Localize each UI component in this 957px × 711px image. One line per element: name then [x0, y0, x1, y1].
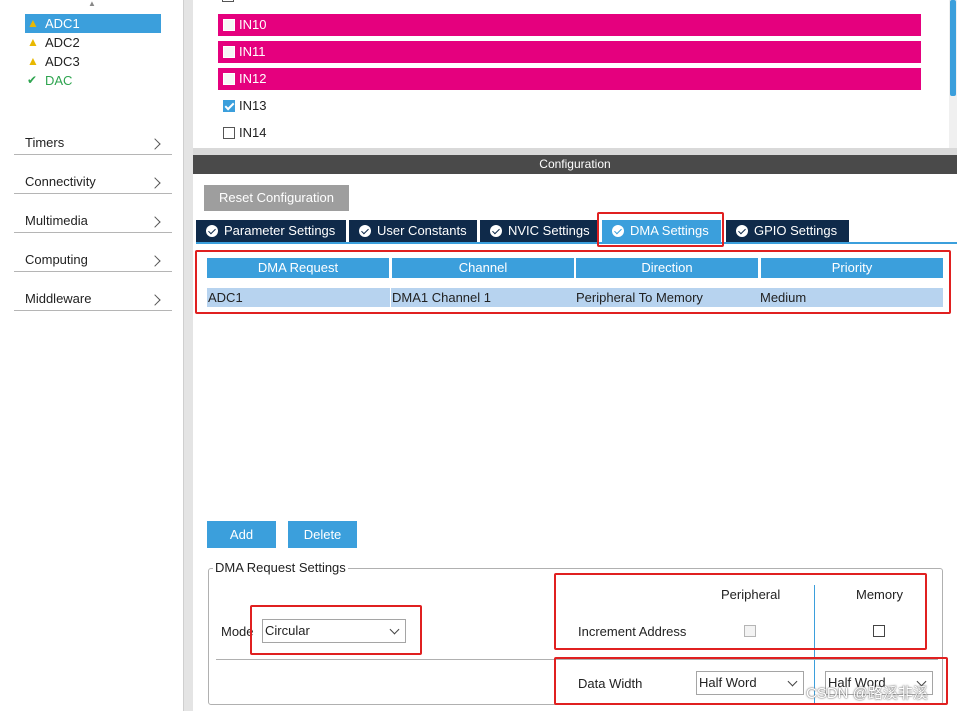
channel-list: IN10 IN11 IN12 IN13 IN14 [193, 0, 957, 148]
watermark: CSDN @路溪非溪 [806, 685, 928, 702]
category-label: Computing [25, 252, 88, 267]
panel-divider [193, 148, 957, 155]
channel-row-in14[interactable]: IN14 [218, 122, 921, 144]
chevron-right-icon [149, 255, 161, 267]
tab-underline [196, 242, 957, 244]
channel-label: IN14 [239, 125, 267, 140]
tab-parameter-settings[interactable]: Parameter Settings [196, 220, 346, 242]
delete-button[interactable]: Delete [288, 521, 357, 548]
warning-icon: ▲ [27, 35, 39, 49]
check-circle-icon [736, 225, 748, 237]
channel-label: IN10 [239, 17, 267, 32]
tab-label: User Constants [377, 223, 467, 238]
check-circle-icon [490, 225, 502, 237]
channel-row-in11[interactable]: IN11 [218, 41, 921, 63]
check-circle-icon [206, 225, 218, 237]
channel-checkbox[interactable] [223, 100, 235, 112]
add-button[interactable]: Add [207, 521, 276, 548]
settings-tabs: Parameter Settings User Constants NVIC S… [196, 220, 957, 243]
peripheral-item-dac[interactable]: ✔ DAC [25, 71, 161, 90]
tab-user-constants[interactable]: User Constants [349, 220, 477, 242]
tab-label: NVIC Settings [508, 223, 590, 238]
tab-label: GPIO Settings [754, 223, 838, 238]
channel-label: IN13 [239, 98, 267, 113]
group-title: DMA Request Settings [213, 560, 348, 575]
channel-checkbox[interactable] [223, 19, 235, 31]
configuration-header: Configuration [193, 155, 957, 174]
channel-label: IN11 [239, 44, 266, 59]
peripheral-label: DAC [45, 73, 73, 88]
category-middleware[interactable]: Middleware [14, 281, 172, 311]
channel-checkbox[interactable] [223, 46, 235, 58]
category-label: Middleware [25, 291, 92, 306]
category-connectivity[interactable]: Connectivity [14, 164, 172, 194]
peripheral-item-adc3[interactable]: ▲ ADC3 [25, 52, 161, 71]
channel-label: IN12 [239, 71, 267, 86]
channel-row-in12[interactable]: IN12 [218, 68, 921, 90]
panel-splitter[interactable] [183, 0, 193, 711]
checkbox[interactable] [222, 0, 234, 2]
checkmark-icon: ✔ [27, 73, 38, 87]
annotation-box-increment [554, 573, 927, 650]
reset-configuration-button[interactable]: Reset Configuration [204, 185, 349, 211]
left-sidebar: ▲ ▲ ADC1 ▲ ADC2 ▲ ADC3 ✔ DAC Timers Conn… [0, 0, 183, 711]
warning-icon: ▲ [27, 16, 39, 30]
tab-gpio-settings[interactable]: GPIO Settings [726, 220, 849, 242]
warning-icon: ▲ [27, 54, 39, 68]
chevron-right-icon [149, 294, 161, 306]
channel-checkbox[interactable] [223, 73, 235, 85]
channel-checkbox[interactable] [223, 127, 235, 139]
annotation-box-dma-tab [597, 212, 724, 247]
peripheral-label: ADC2 [45, 35, 80, 50]
chevron-right-icon [149, 138, 161, 150]
category-timers[interactable]: Timers [14, 125, 172, 155]
category-label: Timers [25, 135, 65, 150]
channel-row-in13[interactable]: IN13 [218, 95, 921, 117]
chevron-right-icon [149, 216, 161, 228]
tab-label: Parameter Settings [224, 223, 336, 238]
category-multimedia[interactable]: Multimedia [14, 203, 172, 233]
mode-label: Mode [221, 624, 254, 639]
check-circle-icon [359, 225, 371, 237]
category-computing[interactable]: Computing [14, 242, 172, 272]
vertical-scrollbar[interactable] [949, 0, 957, 148]
tab-nvic-settings[interactable]: NVIC Settings [480, 220, 598, 242]
peripheral-item-adc2[interactable]: ▲ ADC2 [25, 33, 161, 52]
scrollbar-thumb[interactable] [950, 0, 956, 96]
peripheral-label: ADC3 [45, 54, 80, 69]
channel-row-in10[interactable]: IN10 [218, 14, 921, 36]
chevron-right-icon [149, 177, 161, 189]
peripheral-label: ADC1 [45, 16, 80, 31]
annotation-box-dma-table [195, 250, 951, 314]
annotation-box-mode [250, 605, 422, 655]
category-label: Connectivity [25, 174, 96, 189]
scroll-up-icon[interactable]: ▲ [88, 0, 96, 8]
peripheral-item-adc1[interactable]: ▲ ADC1 [25, 14, 161, 33]
category-label: Multimedia [25, 213, 88, 228]
